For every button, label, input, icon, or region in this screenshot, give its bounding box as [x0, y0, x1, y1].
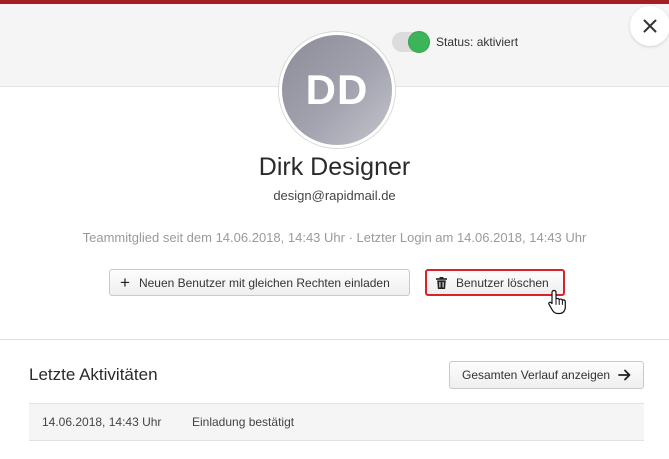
avatar-initials: DD [305, 66, 369, 113]
activity-time: 14.06.2018, 14:43 Uhr [42, 415, 162, 429]
arrow-right-icon [618, 369, 631, 381]
status-label: Status: aktiviert [436, 35, 519, 49]
status-indicator: Status: aktiviert [392, 31, 519, 53]
delete-user-button[interactable]: Benutzer löschen [425, 269, 565, 296]
user-name: Dirk Designer [258, 153, 411, 181]
plus-icon: + [120, 273, 130, 292]
delete-user-label: Benutzer löschen [456, 275, 549, 290]
avatar: DD [279, 32, 395, 148]
section-divider [0, 339, 669, 340]
close-icon [643, 19, 657, 33]
user-email: design@rapidmail.de [273, 188, 396, 203]
activity-description: Einladung bestätigt [192, 415, 295, 429]
invite-user-label: Neuen Benutzer mit gleichen Rechten einl… [138, 275, 390, 290]
hand-cursor-icon [548, 289, 566, 315]
show-history-label: Gesamten Verlauf anzeigen [462, 368, 611, 382]
activities-title: Letzte Aktivitäten [29, 365, 158, 384]
toggle-knob [408, 31, 430, 53]
activity-row: 14.06.2018, 14:43 Uhr Einladung bestätig… [29, 403, 644, 441]
status-toggle[interactable] [392, 31, 430, 53]
member-info: Teammitglied seit dem 14.06.2018, 14:43 … [82, 230, 587, 245]
close-button[interactable] [630, 6, 669, 46]
trash-icon [436, 276, 447, 289]
show-history-button[interactable]: Gesamten Verlauf anzeigen [449, 361, 644, 389]
invite-user-button[interactable]: + Neuen Benutzer mit gleichen Rechten ei… [109, 269, 410, 296]
